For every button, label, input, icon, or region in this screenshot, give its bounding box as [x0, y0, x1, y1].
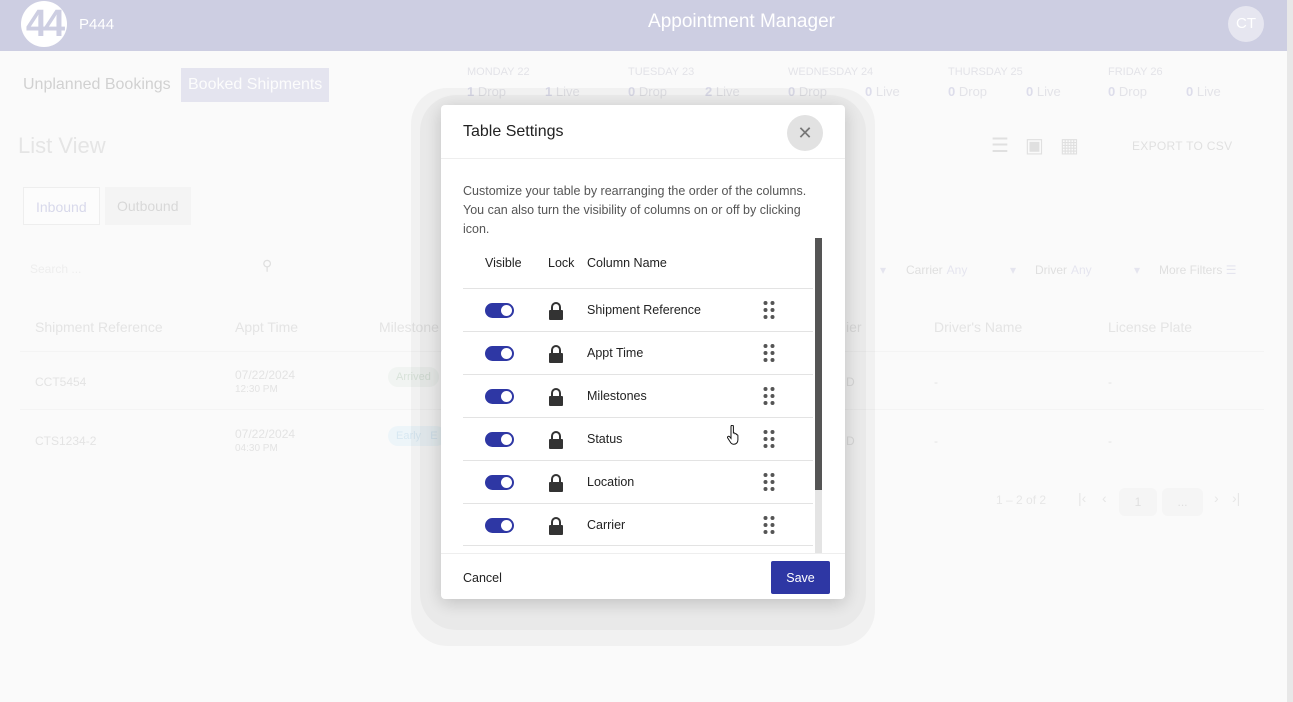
column-header[interactable]: Driver's Name — [934, 319, 1022, 335]
column-list-scrollbar[interactable] — [815, 238, 822, 553]
visibility-toggle[interactable] — [485, 518, 514, 533]
drag-handle-icon[interactable] — [763, 429, 775, 449]
lock-icon[interactable] — [549, 474, 563, 492]
tab-booked-shipments[interactable]: Booked Shipments — [181, 68, 330, 102]
chevron-down-icon[interactable]: ▾ — [880, 263, 886, 277]
divider — [441, 553, 845, 554]
driver-cell: - — [934, 434, 938, 448]
table-settings-dialog: Table Settings ✕ Customize your table by… — [441, 105, 845, 599]
column-name: Milestones — [587, 389, 647, 403]
more-filters-button[interactable]: More Filters ☰ — [1159, 263, 1236, 277]
divider — [441, 158, 845, 159]
shipment-ref[interactable]: CTS1234-2 — [35, 434, 96, 448]
driver-cell: - — [934, 375, 938, 389]
drag-handle-icon[interactable] — [763, 300, 775, 320]
list-item[interactable]: Status — [463, 417, 813, 460]
drag-handle-icon[interactable] — [763, 343, 775, 363]
drag-handle-icon[interactable] — [763, 515, 775, 535]
drag-handle-icon[interactable] — [763, 386, 775, 406]
avatar[interactable]: CT — [1228, 6, 1264, 42]
page-number[interactable]: 1 — [1119, 488, 1157, 516]
column-header[interactable]: Shipment Reference — [35, 319, 163, 335]
plate-cell: - — [1108, 375, 1112, 389]
lock-column-header: Lock — [548, 256, 575, 270]
list-view-title: List View — [18, 133, 106, 158]
first-page-icon[interactable]: |‹ — [1078, 490, 1086, 506]
list-view-icon[interactable]: ☰ — [991, 133, 1009, 158]
driver-filter[interactable]: Driver Any — [1035, 263, 1092, 277]
visibility-toggle[interactable] — [485, 475, 514, 490]
scrollbar-thumb[interactable] — [815, 238, 822, 490]
column-name: Carrier — [587, 518, 626, 532]
lock-icon[interactable] — [549, 345, 563, 363]
dialog-title: Table Settings — [463, 123, 564, 140]
tab-inbound[interactable]: Inbound — [23, 187, 100, 225]
lock-icon[interactable] — [549, 388, 563, 406]
visibility-toggle[interactable] — [485, 432, 514, 447]
live-count: 0 Live — [865, 84, 900, 99]
page-size-select[interactable]: ... — [1162, 488, 1203, 516]
visibility-toggle[interactable] — [485, 346, 514, 361]
column-name: Appt Time — [587, 346, 644, 360]
visibility-toggle[interactable] — [485, 303, 514, 318]
live-count: 0 Live — [1186, 84, 1221, 99]
close-icon[interactable]: ✕ — [787, 115, 823, 151]
calendar-day[interactable]: FRIDAY 26 — [1108, 66, 1163, 78]
chevron-down-icon[interactable]: ▾ — [1134, 263, 1140, 277]
calendar-icon[interactable]: ▣ — [1025, 133, 1044, 158]
visibility-toggle[interactable] — [485, 389, 514, 404]
calendar-day[interactable]: WEDNESDAY 24 — [788, 66, 873, 78]
column-name: Shipment Reference — [587, 303, 701, 317]
table-settings-icon[interactable]: ▦ — [1060, 133, 1079, 158]
lock-icon[interactable] — [549, 431, 563, 449]
calendar-day[interactable]: MONDAY 22 — [467, 66, 530, 78]
dialog-description: Customize your table by rearranging the … — [463, 184, 807, 236]
column-header[interactable]: License Plate — [1108, 319, 1192, 335]
appt-time: 07/22/2024 04:30 PM — [235, 427, 296, 454]
search-input[interactable]: Search ... — [30, 262, 81, 276]
export-csv-button[interactable]: EXPORT TO CSV — [1132, 139, 1232, 153]
lock-icon[interactable] — [549, 302, 563, 320]
live-count: 0 Live — [1026, 84, 1061, 99]
list-item[interactable]: Milestones — [463, 374, 813, 417]
calendar-day[interactable]: THURSDAY 25 — [948, 66, 1023, 78]
pagination-summary: 1 – 2 of 2 — [996, 493, 1047, 507]
calendar-day[interactable]: TUESDAY 23 — [628, 66, 694, 78]
lock-icon[interactable] — [549, 517, 563, 535]
chevron-down-icon[interactable]: ▾ — [1010, 263, 1016, 277]
last-page-icon[interactable]: ›| — [1232, 490, 1240, 506]
column-name-header: Column Name — [587, 256, 667, 270]
tab-unplanned-bookings[interactable]: Unplanned Bookings — [16, 68, 178, 102]
appt-time: 07/22/2024 12:30 PM — [235, 368, 296, 395]
hand-cursor-icon — [727, 425, 739, 445]
column-name: Location — [587, 475, 635, 489]
drop-count: 0 Drop — [948, 84, 988, 99]
top-bar: 44 P444 Appointment Manager CT — [0, 0, 1287, 51]
drop-count: 0 Drop — [1108, 84, 1148, 99]
plate-cell: - — [1108, 434, 1112, 448]
list-item[interactable]: Appt Time — [463, 331, 813, 374]
save-button[interactable]: Save — [771, 561, 830, 594]
cancel-button[interactable]: Cancel — [455, 567, 510, 589]
page-title: Appointment Manager — [648, 11, 835, 32]
shipment-ref[interactable]: CCT5454 — [35, 375, 86, 389]
column-name: Status — [587, 432, 623, 446]
next-page-icon[interactable]: › — [1214, 490, 1219, 506]
tab-outbound[interactable]: Outbound — [105, 187, 191, 225]
drag-handle-icon[interactable] — [763, 472, 775, 492]
column-header[interactable]: Appt Time — [235, 319, 298, 335]
prev-page-icon[interactable]: ‹ — [1102, 490, 1107, 506]
sliders-icon: ☰ — [1225, 263, 1237, 277]
page-scrollbar[interactable] — [1287, 0, 1293, 702]
list-item[interactable]: Carrier — [463, 503, 813, 546]
visible-column-header: Visible — [485, 256, 522, 270]
list-item[interactable]: Location — [463, 460, 813, 503]
list-item[interactable]: Shipment Reference — [463, 288, 813, 331]
carrier-filter[interactable]: Carrier Any — [906, 263, 967, 277]
search-icon[interactable]: ⚲ — [262, 257, 272, 274]
